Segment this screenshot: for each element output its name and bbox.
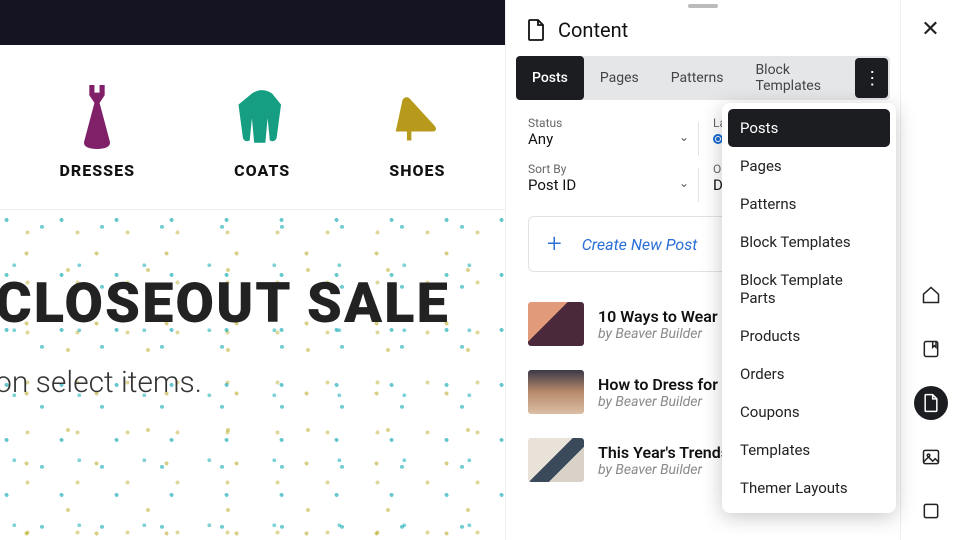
drag-handle[interactable] — [688, 4, 718, 8]
tab-patterns[interactable]: Patterns — [655, 56, 740, 100]
chevron-down-icon: ⌄ — [679, 130, 689, 144]
tabs: Posts Pages Patterns Block Templates ⋮ — [516, 56, 890, 100]
chevron-down-icon: ⌄ — [679, 176, 689, 190]
post-author: by Beaver Builder — [598, 462, 729, 478]
plus-icon: + — [547, 229, 562, 259]
filter-value: Any — [528, 130, 693, 148]
create-label: Create New Post — [582, 235, 698, 254]
filter-status[interactable]: Status Any ⌄ — [518, 110, 703, 156]
dropdown-item-orders[interactable]: Orders — [728, 355, 890, 393]
site-top-bar — [0, 0, 505, 45]
close-button[interactable]: ✕ — [921, 16, 939, 42]
category-shoes[interactable]: SHOES — [389, 85, 445, 180]
dropdown-item-pages[interactable]: Pages — [728, 147, 890, 185]
image-icon — [921, 447, 941, 467]
dropdown-item-block-template-parts[interactable]: Block Template Parts — [728, 261, 890, 317]
panel-header: Content — [506, 0, 900, 56]
close-icon: ✕ — [921, 16, 939, 41]
rail-bookmark-button[interactable] — [914, 332, 948, 366]
post-thumbnail — [528, 370, 584, 414]
filter-label: Sort By — [528, 162, 693, 176]
dropdown-item-products[interactable]: Products — [728, 317, 890, 355]
post-title: This Year's Trends — [598, 443, 729, 462]
rail-media-button[interactable] — [914, 440, 948, 474]
dropdown-item-posts[interactable]: Posts — [728, 109, 890, 147]
shoe-icon — [389, 85, 445, 149]
category-coats[interactable]: COATS — [234, 85, 290, 180]
category-dresses[interactable]: DRESSES — [60, 85, 135, 180]
dress-icon — [69, 85, 125, 149]
bookmark-icon — [921, 339, 941, 359]
layout-icon — [921, 501, 941, 521]
panel-title: Content — [558, 18, 880, 42]
filter-sort[interactable]: Sort By Post ID ⌄ — [518, 156, 703, 202]
category-label: COATS — [234, 161, 290, 180]
filter-value: Post ID — [528, 176, 693, 194]
post-thumbnail — [528, 302, 584, 346]
category-row: DRESSES COATS SHOES — [0, 45, 505, 210]
more-tabs-button[interactable]: ⋮ — [855, 58, 888, 98]
rail-layout-button[interactable] — [914, 494, 948, 528]
dropdown-item-patterns[interactable]: Patterns — [728, 185, 890, 223]
home-icon — [921, 285, 941, 305]
dropdown-item-templates[interactable]: Templates — [728, 431, 890, 469]
tab-posts[interactable]: Posts — [516, 56, 584, 100]
dropdown-item-block-templates[interactable]: Block Templates — [728, 223, 890, 261]
category-label: SHOES — [389, 161, 445, 180]
rail-home-button[interactable] — [914, 278, 948, 312]
rail-content-button[interactable] — [914, 386, 948, 420]
filter-label: Status — [528, 116, 693, 130]
dropdown-item-themer-layouts[interactable]: Themer Layouts — [728, 469, 890, 507]
site-preview: DRESSES COATS SHOES CLOSEOUT SALE on sel… — [0, 0, 505, 540]
category-label: DRESSES — [60, 161, 135, 180]
document-icon — [526, 19, 546, 41]
right-rail: ✕ — [900, 0, 960, 540]
dropdown-item-coupons[interactable]: Coupons — [728, 393, 890, 431]
tab-pages[interactable]: Pages — [584, 56, 655, 100]
post-thumbnail — [528, 438, 584, 482]
promo-title: CLOSEOUT SALE — [0, 270, 450, 336]
promo-subtitle: on select items. — [0, 365, 202, 400]
tab-block-templates[interactable]: Block Templates — [739, 56, 855, 100]
more-icon: ⋮ — [863, 68, 880, 89]
document-icon — [921, 393, 941, 413]
post-type-dropdown: Posts Pages Patterns Block Templates Blo… — [722, 103, 896, 513]
coat-icon — [234, 85, 290, 149]
promo-banner: CLOSEOUT SALE on select items. — [0, 210, 505, 540]
